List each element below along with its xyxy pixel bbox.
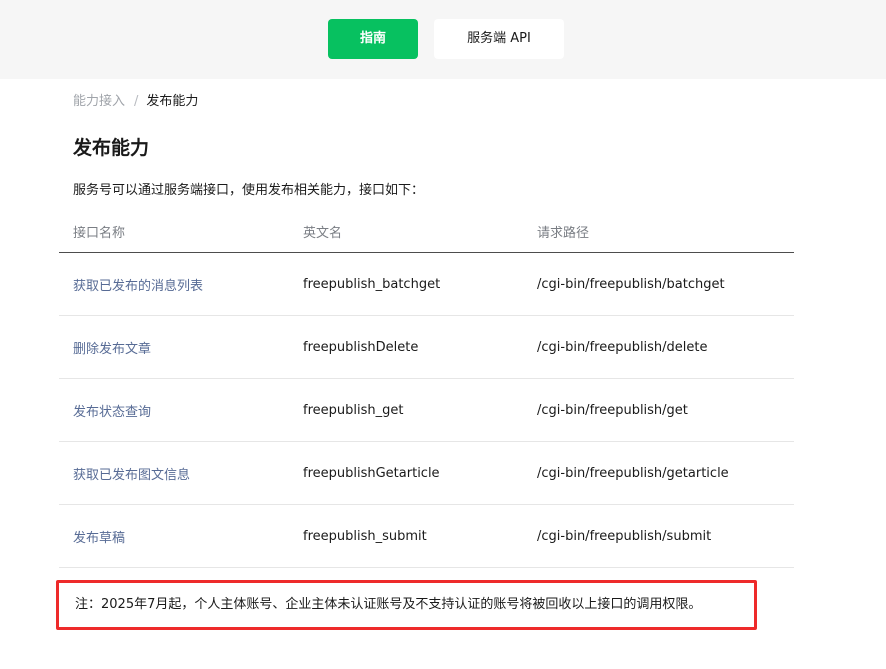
english-name-cell: freepublish_submit [289, 504, 523, 568]
breadcrumb: 能力接入 / 发布能力 [73, 92, 198, 112]
tab-guide[interactable]: 指南 [328, 19, 418, 59]
table-row: 发布草稿 freepublish_submit /cgi-bin/freepub… [59, 504, 794, 568]
table-row: 删除发布文章 freepublishDelete /cgi-bin/freepu… [59, 315, 794, 379]
request-path-cell: /cgi-bin/freepublish/delete [523, 315, 794, 379]
top-nav-bar: 指南 服务端 API [0, 0, 886, 79]
english-name-cell: freepublish_batchget [289, 252, 523, 316]
request-path-cell: /cgi-bin/freepublish/submit [523, 504, 794, 568]
intro-text: 服务号可以通过服务端接口，使用发布相关能力，接口如下： [73, 183, 425, 198]
tab-server-api[interactable]: 服务端 API [434, 19, 564, 59]
table-row: 发布状态查询 freepublish_get /cgi-bin/freepubl… [59, 378, 794, 442]
breadcrumb-item-current: 发布能力 [146, 94, 199, 109]
header-request-path: 请求路径 [523, 210, 794, 253]
api-table: 接口名称 英文名 请求路径 获取已发布的消息列表 freepublish_bat… [59, 210, 794, 568]
request-path-cell: /cgi-bin/freepublish/get [523, 378, 794, 442]
interface-name-link[interactable]: 获取已发布的消息列表 [59, 252, 289, 316]
interface-name-link[interactable]: 发布草稿 [59, 504, 289, 568]
table-row: 获取已发布图文信息 freepublishGetarticle /cgi-bin… [59, 441, 794, 505]
note-text: 注：2025年7月起，个人主体账号、企业主体未认证账号及不支持认证的账号将被回收… [75, 597, 702, 612]
note-highlight-box: 注：2025年7月起，个人主体账号、企业主体未认证账号及不支持认证的账号将被回收… [56, 580, 757, 630]
page-title: 发布能力 [73, 137, 150, 159]
request-path-cell: /cgi-bin/freepublish/getarticle [523, 441, 794, 505]
english-name-cell: freepublishGetarticle [289, 441, 523, 505]
interface-name-link[interactable]: 删除发布文章 [59, 315, 289, 379]
interface-name-link[interactable]: 发布状态查询 [59, 378, 289, 442]
request-path-cell: /cgi-bin/freepublish/batchget [523, 252, 794, 316]
breadcrumb-item-capability-access[interactable]: 能力接入 [73, 94, 125, 109]
table-header-row: 接口名称 英文名 请求路径 [59, 210, 794, 253]
english-name-cell: freepublishDelete [289, 315, 523, 379]
header-english-name: 英文名 [289, 210, 523, 253]
table-row: 获取已发布的消息列表 freepublish_batchget /cgi-bin… [59, 252, 794, 316]
header-interface-name: 接口名称 [59, 210, 289, 253]
english-name-cell: freepublish_get [289, 378, 523, 442]
interface-name-link[interactable]: 获取已发布图文信息 [59, 441, 289, 505]
breadcrumb-separator: / [134, 94, 139, 109]
